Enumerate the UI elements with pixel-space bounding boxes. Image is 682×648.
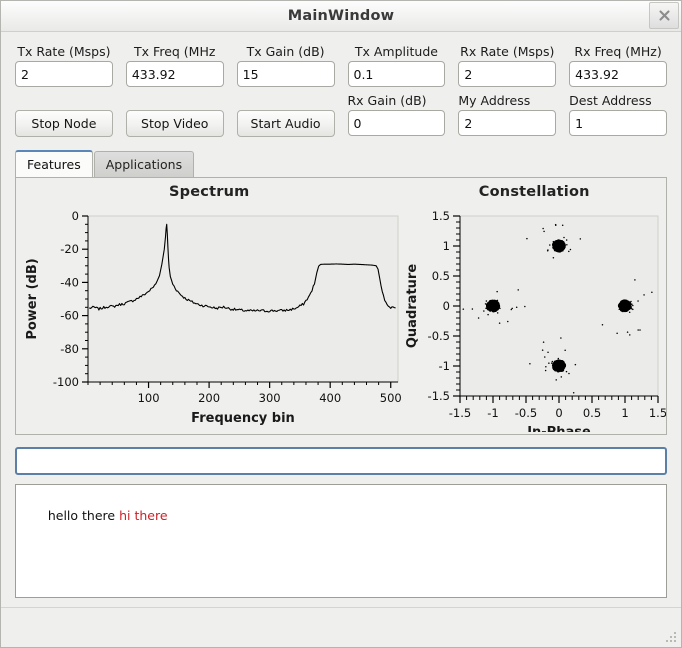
- log-self-text: hello there: [47, 507, 116, 523]
- spectrum-title: Spectrum: [169, 184, 250, 200]
- title-bar: MainWindow: [1, 1, 681, 32]
- svg-text:-80: -80: [60, 342, 79, 356]
- svg-text:-1.5: -1.5: [428, 389, 450, 403]
- close-icon[interactable]: [649, 2, 679, 29]
- svg-text:0: 0: [443, 299, 450, 313]
- constellation-plot: Constellation -1.5 -1 -0.5 0 0.5 1 1.5 -1.5 -1 -0…: [402, 178, 666, 434]
- main-window: MainWindow Tx Rate (Msps) Tx Freq (MHz T…: [0, 0, 682, 648]
- spectrum-plot: Spectrum 0 -20 -40 -60 -80 -100 100 200 300 400 50…: [16, 178, 402, 434]
- tab-strip: Features Applications: [1, 144, 681, 177]
- tx-amplitude-label: Tx Amplitude: [354, 44, 438, 59]
- svg-text:0.5: 0.5: [432, 269, 450, 283]
- rx-rate-input[interactable]: [458, 61, 557, 87]
- rx-gain-input[interactable]: [347, 110, 446, 136]
- tx-gain-label: Tx Gain (dB): [246, 44, 325, 59]
- svg-text:Frequency bin: Frequency bin: [191, 411, 295, 426]
- message-input[interactable]: [15, 447, 667, 475]
- svg-text:0: 0: [72, 209, 79, 223]
- rx-rate-label: Rx Rate (Msps): [460, 44, 555, 59]
- svg-text:0.5: 0.5: [583, 406, 601, 420]
- svg-text:-20: -20: [60, 242, 79, 256]
- log-peer-text: hi there: [119, 507, 168, 523]
- parameter-grid: Tx Rate (Msps) Tx Freq (MHz Tx Gain (dB)…: [15, 42, 667, 140]
- svg-text:0: 0: [556, 406, 563, 420]
- constellation-canvas: -1.5 -1 -0.5 0 0.5 1 1.5 -1.5 -1 -0.5 0 0.5 1 1.5 Quad…: [405, 209, 666, 434]
- svg-text:-100: -100: [53, 375, 79, 389]
- window-title: MainWindow: [287, 8, 395, 24]
- spectrum-canvas: 0 -20 -40 -60 -80 -100 100 200 300 400 500 Power (d…: [25, 209, 402, 426]
- svg-text:100: 100: [138, 391, 160, 405]
- features-tab-panel: Spectrum 0 -20 -40 -60 -80 -100 100 200 300 400 50…: [15, 177, 667, 435]
- svg-text:500: 500: [380, 391, 402, 405]
- constellation-title: Constellation: [478, 184, 590, 200]
- svg-text:-1.5: -1.5: [449, 406, 471, 420]
- stop-video-button[interactable]: Stop Video: [125, 110, 224, 137]
- svg-text:1.5: 1.5: [649, 406, 666, 420]
- tx-rate-input[interactable]: [15, 61, 113, 87]
- svg-text:-0.5: -0.5: [428, 329, 450, 343]
- my-address-input[interactable]: [458, 110, 557, 136]
- stop-node-button[interactable]: Stop Node: [15, 110, 113, 137]
- log-line: hello there hi there: [24, 491, 658, 542]
- svg-text:-0.5: -0.5: [515, 406, 537, 420]
- dest-address-label: Dest Address: [569, 93, 652, 108]
- dest-address-input[interactable]: [569, 110, 667, 136]
- my-address-label: My Address: [458, 93, 531, 108]
- rx-freq-input[interactable]: [569, 61, 667, 87]
- status-bar: [1, 607, 681, 647]
- svg-text:1.5: 1.5: [432, 209, 450, 223]
- tab-features[interactable]: Features: [15, 150, 93, 177]
- rx-gain-label: Rx Gain (dB): [347, 93, 427, 108]
- svg-text:1: 1: [443, 239, 450, 253]
- start-audio-button[interactable]: Start Audio: [236, 110, 335, 137]
- tx-gain-input[interactable]: [236, 61, 335, 87]
- svg-text:-1: -1: [488, 406, 499, 420]
- tx-freq-label: Tx Freq (MHz: [134, 44, 216, 59]
- svg-text:400: 400: [319, 391, 341, 405]
- svg-text:Power (dB): Power (dB): [25, 258, 40, 339]
- plot-row: Spectrum 0 -20 -40 -60 -80 -100 100 200 300 400 50…: [16, 178, 666, 434]
- tab-applications[interactable]: Applications: [93, 151, 195, 177]
- parameter-controls: Tx Rate (Msps) Tx Freq (MHz Tx Gain (dB)…: [1, 32, 681, 144]
- resize-grip-icon[interactable]: [665, 631, 678, 644]
- svg-text:In-Phase: In-Phase: [528, 425, 592, 432]
- message-log[interactable]: hello there hi there: [15, 484, 667, 598]
- tx-amplitude-input[interactable]: [347, 61, 446, 87]
- svg-text:-60: -60: [60, 309, 79, 323]
- svg-text:Quadrature: Quadrature: [405, 264, 420, 348]
- svg-text:300: 300: [259, 391, 281, 405]
- svg-text:-40: -40: [60, 275, 79, 289]
- rx-freq-label: Rx Freq (MHz): [574, 44, 662, 59]
- tx-freq-input[interactable]: [125, 61, 224, 87]
- svg-text:1: 1: [622, 406, 629, 420]
- tx-rate-label: Tx Rate (Msps): [17, 44, 111, 59]
- svg-text:200: 200: [198, 391, 220, 405]
- tab-bar: Features Applications: [15, 150, 667, 177]
- svg-text:-1: -1: [439, 359, 450, 373]
